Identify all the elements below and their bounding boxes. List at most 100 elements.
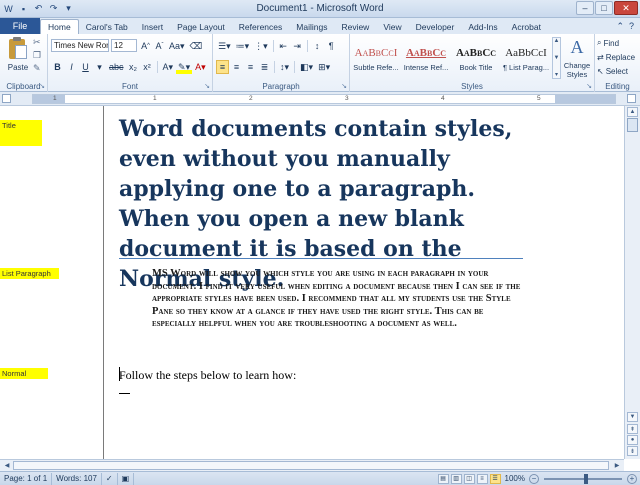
browse-object-icon[interactable]: ● bbox=[627, 435, 638, 445]
cut-icon[interactable]: ✂ bbox=[33, 37, 41, 48]
tab-page-layout[interactable]: Page Layout bbox=[170, 19, 232, 34]
italic-icon[interactable]: I bbox=[65, 60, 78, 74]
normal-paragraph[interactable]: Follow the steps below to learn how: bbox=[119, 368, 296, 383]
scroll-left-icon[interactable]: ◀ bbox=[2, 461, 12, 470]
list-paragraph[interactable]: MS Word will show you which style you ar… bbox=[152, 268, 524, 331]
close-button[interactable]: ✕ bbox=[614, 1, 638, 15]
zoom-out-icon[interactable]: − bbox=[529, 473, 539, 484]
tab-insert[interactable]: Insert bbox=[135, 19, 170, 34]
print-layout-icon[interactable]: ▤ bbox=[437, 473, 449, 484]
shading-icon[interactable]: ◧▾ bbox=[298, 60, 315, 74]
multilevel-list-icon[interactable]: ⋮▾ bbox=[252, 39, 270, 53]
justify-icon[interactable]: ≣ bbox=[258, 60, 271, 74]
gallery-up-icon[interactable]: ▲ bbox=[554, 38, 560, 44]
clipboard-launcher-icon[interactable]: ↘ bbox=[39, 82, 45, 90]
tab-selector-icon[interactable] bbox=[2, 94, 11, 103]
numbering-icon[interactable]: ≔▾ bbox=[234, 39, 252, 53]
subscript-icon[interactable]: x₂ bbox=[127, 60, 140, 74]
sort-icon[interactable]: ↕ bbox=[311, 39, 324, 53]
gallery-more-icon[interactable]: ▾ bbox=[555, 71, 558, 78]
full-screen-reading-icon[interactable]: ▥ bbox=[450, 473, 462, 484]
change-case-icon[interactable]: Aa▾ bbox=[167, 39, 187, 53]
tab-file[interactable]: File bbox=[0, 18, 40, 34]
highlight-icon[interactable]: ✎▾ bbox=[176, 60, 193, 74]
scroll-down-icon[interactable]: ▼ bbox=[627, 412, 638, 422]
tab-developer[interactable]: Developer bbox=[409, 19, 462, 34]
word-count[interactable]: Words: 107 bbox=[52, 472, 102, 485]
scroll-up-icon[interactable]: ▲ bbox=[627, 107, 638, 117]
next-page-icon[interactable]: ⇟ bbox=[627, 446, 638, 456]
underline-icon[interactable]: U bbox=[79, 60, 92, 74]
paste-button[interactable]: Paste bbox=[4, 37, 32, 72]
vertical-scrollbar[interactable]: ▲ ▼ ⇞ ● ⇟ bbox=[624, 106, 640, 459]
view-ruler-icon[interactable] bbox=[627, 94, 636, 103]
document-title-paragraph[interactable]: Word documents contain styles, even with… bbox=[119, 114, 529, 294]
line-spacing-icon[interactable]: ↕▾ bbox=[278, 60, 291, 74]
replace-button[interactable]: ⇄ Replace bbox=[597, 51, 635, 63]
horizontal-scrollbar[interactable]: ◀ ▶ bbox=[0, 459, 624, 471]
maximize-button[interactable]: □ bbox=[595, 1, 613, 15]
style-tile-intense-reference[interactable]: AaBbCc Intense Ref... bbox=[402, 37, 450, 77]
tab-review[interactable]: Review bbox=[334, 19, 376, 34]
borders-icon[interactable]: ⊞▾ bbox=[316, 60, 332, 74]
zoom-slider[interactable] bbox=[544, 473, 622, 484]
show-formatting-icon[interactable]: ¶ bbox=[325, 39, 338, 53]
grow-font-icon[interactable]: A ^ bbox=[139, 39, 152, 53]
underline-dropdown-icon[interactable]: ▾ bbox=[93, 60, 106, 74]
scroll-right-icon[interactable]: ▶ bbox=[612, 461, 622, 470]
zoom-slider-thumb[interactable] bbox=[584, 473, 588, 484]
font-size-box[interactable]: 12 bbox=[111, 39, 137, 52]
web-layout-icon[interactable]: ◫ bbox=[463, 473, 475, 484]
bold-icon[interactable]: B bbox=[51, 60, 64, 74]
copy-icon[interactable]: ❐ bbox=[33, 50, 41, 61]
page-count[interactable]: Page: 1 of 1 bbox=[0, 472, 53, 485]
minimize-ribbon-icon[interactable]: ⌃ bbox=[616, 21, 624, 32]
zoom-in-icon[interactable]: + bbox=[627, 473, 637, 484]
proofing-icon[interactable]: ✓ bbox=[102, 472, 118, 485]
bullets-icon[interactable]: ☰▾ bbox=[216, 39, 233, 53]
align-left-icon[interactable]: ≡ bbox=[216, 60, 229, 74]
horizontal-scroll-thumb[interactable] bbox=[13, 461, 609, 470]
style-tile-list-paragraph[interactable]: AaBbCcI ¶ List Parag... bbox=[502, 37, 550, 77]
style-tile-book-title[interactable]: AaBbCc Book Title bbox=[452, 37, 500, 77]
macro-record-icon[interactable]: ▣ bbox=[118, 472, 135, 485]
gallery-down-icon[interactable]: ▼ bbox=[554, 55, 560, 61]
zoom-level[interactable]: 100% bbox=[505, 474, 525, 483]
tab-add-ins[interactable]: Add-Ins bbox=[461, 19, 504, 34]
tab-mailings[interactable]: Mailings bbox=[289, 19, 334, 34]
tab-view[interactable]: View bbox=[376, 19, 408, 34]
format-painter-icon[interactable]: ✎ bbox=[33, 63, 41, 74]
text-effects-icon[interactable]: A▾ bbox=[161, 60, 176, 74]
font-color-icon[interactable]: A▾ bbox=[193, 60, 208, 74]
align-center-icon[interactable]: ≡ bbox=[230, 60, 243, 74]
select-button[interactable]: ↖ Select bbox=[597, 65, 635, 77]
align-right-icon[interactable]: ≡ bbox=[244, 60, 257, 74]
help-icon[interactable]: ? bbox=[629, 21, 634, 31]
tab-carols-tab[interactable]: Carol's Tab bbox=[79, 19, 135, 34]
font-row-2: B I U ▾ abc x₂ x² A▾ ✎▾ A▾ bbox=[51, 60, 208, 74]
clear-formatting-icon[interactable]: ⌫ bbox=[188, 39, 205, 53]
gallery-scroll[interactable]: ▲ ▼ ▾ bbox=[552, 37, 561, 79]
tab-references[interactable]: References bbox=[232, 19, 289, 34]
horizontal-ruler[interactable]: 1 1 2 3 4 5 bbox=[32, 94, 616, 104]
paragraph-launcher-icon[interactable]: ↘ bbox=[341, 82, 347, 90]
superscript-icon[interactable]: x² bbox=[141, 60, 154, 74]
find-button[interactable]: ⌕ Find bbox=[597, 37, 635, 49]
document-page[interactable]: Word documents contain styles, even with… bbox=[105, 106, 624, 459]
outline-icon[interactable]: ≡ bbox=[476, 473, 488, 484]
styles-launcher-icon[interactable]: ↘ bbox=[586, 82, 592, 90]
tab-acrobat[interactable]: Acrobat bbox=[505, 19, 548, 34]
previous-page-icon[interactable]: ⇞ bbox=[627, 424, 638, 434]
decrease-indent-icon[interactable]: ⇤ bbox=[277, 39, 290, 53]
tab-home[interactable]: Home bbox=[40, 19, 79, 34]
strikethrough-icon[interactable]: abc bbox=[107, 60, 126, 74]
change-styles-button[interactable]: A Change Styles bbox=[561, 37, 593, 79]
draft-icon[interactable]: ☰ bbox=[489, 473, 501, 484]
increase-indent-icon[interactable]: ⇥ bbox=[291, 39, 304, 53]
vertical-scroll-thumb[interactable] bbox=[627, 118, 638, 132]
minimize-button[interactable]: – bbox=[576, 1, 594, 15]
shrink-font-icon[interactable]: Aˇ bbox=[153, 39, 166, 53]
font-launcher-icon[interactable]: ↘ bbox=[204, 82, 210, 90]
style-tile-subtle-reference[interactable]: AaBbCcI Subtle Refe... bbox=[352, 37, 400, 77]
font-name-box[interactable]: Times New Ron bbox=[51, 39, 109, 52]
